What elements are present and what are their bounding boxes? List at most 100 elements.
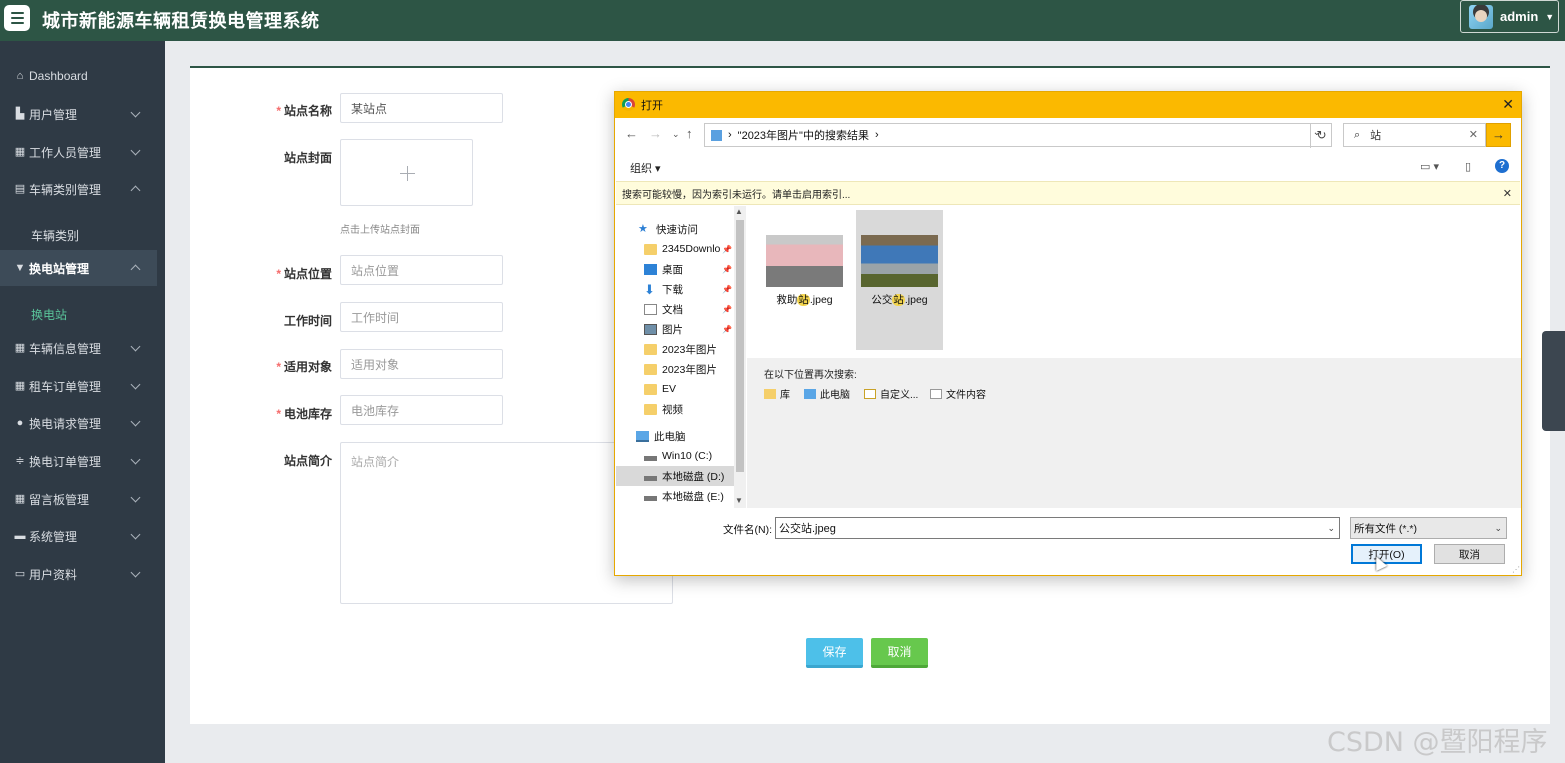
dialog-cancel-button[interactable]: 取消	[1434, 544, 1505, 564]
tree-item-pictures[interactable]: 图片 📌	[616, 319, 734, 339]
help-icon[interactable]: ?	[1495, 159, 1509, 173]
sidebar-item-users[interactable]: ▙ 用户管理	[0, 96, 157, 132]
cancel-button[interactable]: 取消	[871, 638, 928, 668]
index-info-text: 搜索可能较慢，因为索引未运行。请单击启用索引...	[622, 189, 851, 201]
menu-toggle-icon[interactable]	[4, 5, 30, 31]
user-menu[interactable]: admin ▼	[1460, 0, 1559, 33]
work-hours-label: 工作时间	[283, 314, 332, 328]
sidebar-item-system[interactable]: ▬ 系统管理	[0, 518, 157, 554]
scroll-up-icon[interactable]: ▲	[735, 207, 743, 216]
search-again-file-content[interactable]: 文件内容	[930, 386, 986, 401]
tree-item-documents[interactable]: 文档 📌	[616, 299, 734, 319]
view-options-icon[interactable]: ▭ ▾	[1420, 160, 1439, 173]
top-header: 城市新能源车辆租赁换电管理系统 admin ▼	[0, 0, 1565, 41]
sidebar-item-swap-orders[interactable]: ≑ 换电订单管理	[0, 443, 157, 479]
sidebar-item-dashboard[interactable]: ⌂ Dashboard	[0, 58, 157, 94]
computer-icon	[636, 430, 649, 442]
tree-item-drive-d[interactable]: 本地磁盘 (D:)	[616, 466, 734, 486]
search-again-custom[interactable]: 自定义...	[864, 386, 918, 401]
sidebar-item-profile[interactable]: ▭ 用户资料	[0, 556, 157, 592]
cover-upload-button[interactable]	[340, 139, 473, 206]
address-separator: ›	[874, 129, 879, 141]
sliders-icon: ≑	[15, 455, 25, 467]
station-name-label: * 站点名称	[276, 104, 332, 118]
sidebar-item-label: 工作人员管理	[29, 145, 102, 160]
forward-arrow-icon[interactable]: →	[649, 126, 662, 141]
grid-icon: ▦	[14, 342, 26, 354]
watermark: CSDN @暨阳程序	[1327, 727, 1548, 758]
battery-stock-input[interactable]: 电池库存	[340, 395, 503, 425]
chevron-down-icon[interactable]: ⌄	[1327, 523, 1335, 534]
recent-dropdown-icon[interactable]: ⌄	[672, 129, 680, 140]
sidebar-item-message-board[interactable]: ▦ 留言板管理	[0, 481, 157, 517]
home-icon: ⌂	[16, 70, 24, 82]
search-input[interactable]: ⌕ 站 ✕	[1343, 123, 1486, 147]
filetype-select[interactable]: 所有文件 (*.*) ⌄	[1350, 517, 1507, 539]
address-bar[interactable]: › "2023年图片"中的搜索结果 › ⌄	[704, 123, 1332, 147]
sidebar-item-rental-orders[interactable]: ▦ 租车订单管理	[0, 368, 157, 404]
organize-menu[interactable]: 组织 ▾	[630, 160, 661, 176]
tree-item-2023-pictures-2[interactable]: 2023年图片	[616, 359, 734, 379]
filename-input[interactable]: 公交站.jpeg ⌄	[775, 517, 1340, 539]
search-go-icon[interactable]: →	[1486, 123, 1511, 147]
sidebar-item-vehicle-category[interactable]: ▤ 车辆类别管理	[0, 171, 157, 207]
index-info-bar[interactable]: 搜索可能较慢，因为索引未运行。请单击启用索引... ✕	[616, 181, 1520, 205]
tree-item-2023-pictures[interactable]: 2023年图片	[616, 339, 734, 359]
file-tile[interactable]: 救助站.jpeg	[761, 210, 848, 350]
dialog-title: 打开	[641, 100, 663, 112]
tree-item-drive-e[interactable]: 本地磁盘 (E:)	[616, 486, 734, 506]
open-button[interactable]: 打开(O)	[1351, 544, 1422, 564]
scrollbar-thumb[interactable]	[736, 220, 744, 472]
side-drawer-handle[interactable]	[1542, 331, 1565, 431]
clear-search-icon[interactable]: ✕	[1469, 128, 1478, 141]
up-arrow-icon[interactable]: ↑	[686, 126, 693, 141]
tree-item-quick-access[interactable]: ★ 快速访问	[616, 219, 734, 239]
close-info-icon[interactable]: ✕	[1503, 187, 1512, 200]
address-text: "2023年图片"中的搜索结果	[737, 130, 869, 142]
file-tile-selected[interactable]: 公交站.jpeg	[856, 210, 943, 350]
sidebar-item-label: 车辆信息管理	[29, 341, 102, 356]
scroll-down-icon[interactable]: ▼	[735, 496, 743, 505]
navigation-tree: ★ 快速访问 2345Downlo 📌 桌面 📌 ⬇ 下载 📌 文档 📌 图片 📌 2023年…	[616, 206, 746, 508]
target-input[interactable]: 适用对象	[340, 349, 503, 379]
tree-item-drive-c[interactable]: Win10 (C:)	[616, 446, 734, 466]
folder-icon	[644, 403, 657, 415]
battery-stock-label: * 电池库存	[276, 407, 332, 421]
sidebar-item-swap-requests[interactable]: ● 换电请求管理	[0, 405, 157, 441]
dialog-titlebar: 打开 ✕	[615, 92, 1521, 118]
station-location-input[interactable]: 站点位置	[340, 255, 503, 285]
sidebar-item-label: 换电请求管理	[29, 416, 102, 431]
tree-scrollbar[interactable]: ▲ ▼	[734, 206, 746, 508]
sidebar-item-label: 租车订单管理	[29, 379, 102, 394]
tree-item-desktop[interactable]: 桌面 📌	[616, 259, 734, 279]
search-again-library[interactable]: 库	[764, 386, 790, 401]
file-name: 公交站.jpeg	[871, 294, 928, 306]
resize-grip-icon[interactable]: ⋰	[1512, 565, 1520, 574]
chevron-down-icon	[130, 529, 141, 540]
sidebar-item-station[interactable]: ▼ 换电站管理	[0, 250, 157, 286]
pin-icon: 📌	[722, 304, 732, 314]
preview-pane-icon[interactable]: ▯	[1465, 160, 1471, 173]
tree-item-this-pc[interactable]: 此电脑	[616, 426, 734, 446]
work-hours-input[interactable]: 工作时间	[340, 302, 503, 332]
search-again-this-pc[interactable]: 此电脑	[804, 386, 850, 401]
sidebar-subitem-station[interactable]: 换电站	[31, 306, 67, 323]
sidebar-item-vehicle-info[interactable]: ▦ 车辆信息管理	[0, 330, 157, 366]
tree-item-ev[interactable]: EV	[616, 379, 734, 399]
station-name-input[interactable]: 某站点	[340, 93, 503, 123]
file-name: 救助站.jpeg	[776, 294, 833, 306]
sidebar-subitem-vehicle-category[interactable]: 车辆类别	[31, 227, 79, 244]
refresh-icon[interactable]: ↻	[1310, 124, 1332, 148]
back-arrow-icon[interactable]: ←	[625, 126, 638, 141]
sidebar-item-staff[interactable]: ▦ 工作人员管理	[0, 134, 157, 170]
search-results-pane: 救助站.jpeg 公交站.jpeg 在以下位置再次搜索: 库 此电脑 自定义..…	[747, 206, 1521, 508]
tree-item-videos[interactable]: 视频	[616, 399, 734, 419]
tree-item-downloads-2345[interactable]: 2345Downlo 📌	[616, 239, 734, 259]
thumbs-up-icon: ▙	[15, 108, 25, 120]
save-button[interactable]: 保存	[806, 638, 863, 668]
tree-item-downloads[interactable]: ⬇ 下载 📌	[616, 279, 734, 299]
filetype-value: 所有文件 (*.*)	[1354, 522, 1417, 535]
drive-icon	[644, 495, 657, 501]
chevron-down-icon	[130, 567, 141, 578]
close-icon[interactable]: ✕	[1502, 96, 1514, 113]
